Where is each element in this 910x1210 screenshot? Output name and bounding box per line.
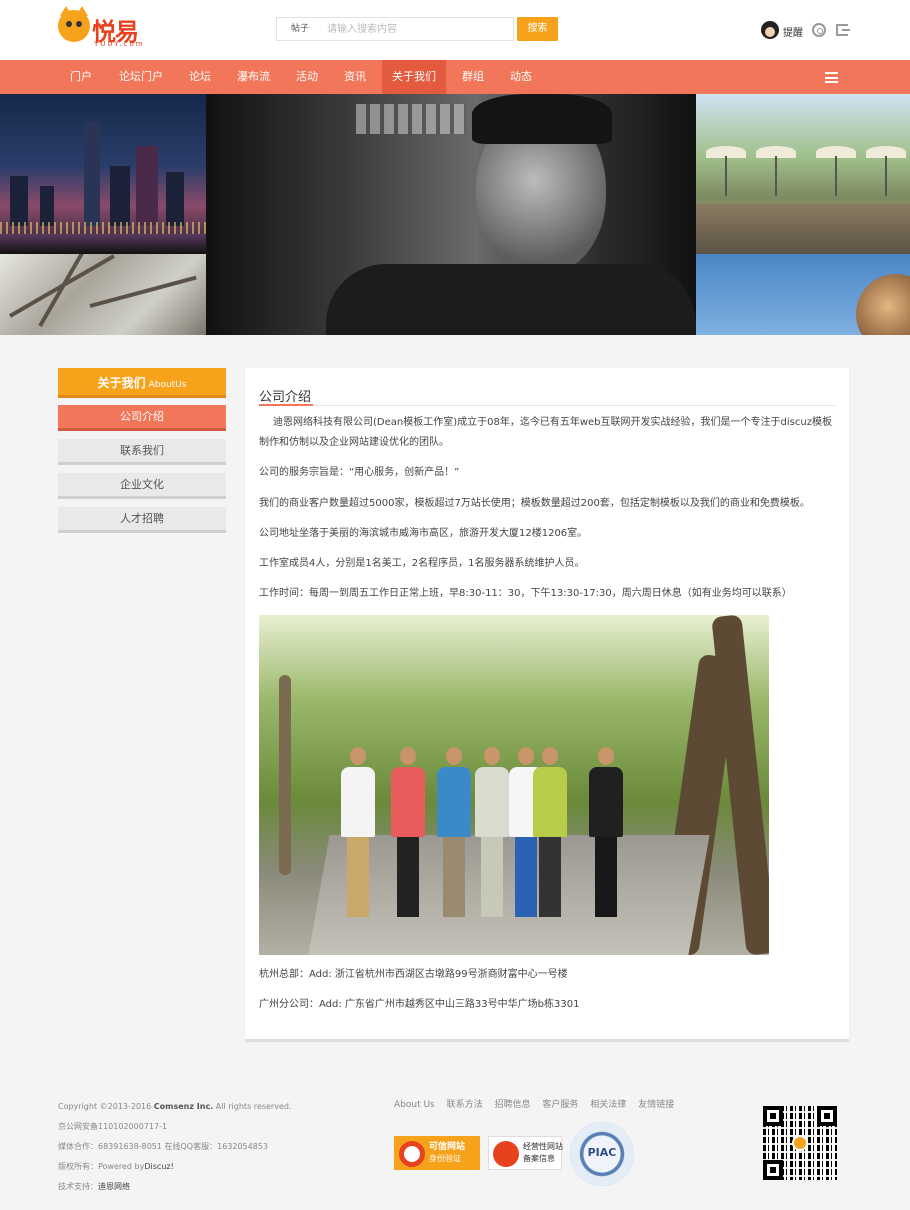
gear-icon[interactable]	[812, 23, 826, 37]
main-nav: 门户 论坛门户 论坛 瀑布流 活动 资讯 关于我们 群组 动态	[0, 60, 910, 94]
nav-item-activity[interactable]: 活动	[296, 60, 318, 94]
page-title: 公司介绍	[259, 390, 312, 405]
paragraph-hours: 工作时间：每周一到周五工作日正常上班，早8:30-11：30，下午13:30-1…	[259, 588, 792, 599]
logout-icon[interactable]	[836, 24, 850, 36]
nav-item-about-us[interactable]: 关于我们	[382, 60, 446, 94]
support-prefix: 技术支持：	[58, 1182, 98, 1191]
powered-link[interactable]: Discuz!	[144, 1162, 173, 1171]
footer-powered: 版权所有：Powered byDiscuz!	[58, 1157, 291, 1177]
title-divider	[259, 405, 835, 406]
badge1-line1: 可信网站	[429, 1142, 466, 1152]
support-link[interactable]: 迪恩网络	[98, 1182, 130, 1191]
footer-link-contact[interactable]: 联系方法	[447, 1100, 483, 1110]
business-record-badge[interactable]: 经营性网站 备案信息	[488, 1136, 563, 1170]
sidebar-item-recruitment[interactable]: 人才招聘	[58, 507, 226, 533]
piac-seal-badge[interactable]: PIAC	[570, 1122, 634, 1186]
sidebar-item-culture[interactable]: 企业文化	[58, 473, 226, 499]
avatar[interactable]	[761, 21, 779, 39]
banner-park-image	[696, 94, 910, 254]
team-photo	[259, 615, 769, 955]
banner-collage	[0, 94, 910, 335]
banner-city-image	[0, 94, 206, 254]
menu-icon[interactable]	[825, 72, 838, 83]
sidebar-title: 关于我们 AboutUs	[58, 368, 226, 398]
nav-item-portal[interactable]: 门户	[70, 60, 92, 94]
footer-support: 技术支持：迪恩网络	[58, 1177, 291, 1197]
copyright-prefix: Copyright ©2013-2016	[58, 1102, 154, 1111]
banner-portrait-image	[206, 94, 696, 335]
nav-item-news[interactable]: 资讯	[344, 60, 366, 94]
footer-link-service[interactable]: 客户服务	[542, 1100, 578, 1110]
paragraph-team: 工作室成员4人，分别是1名美工，2名程序员，1名服务器系统维护人员。	[259, 558, 585, 569]
nav-item-waterfall[interactable]: 瀑布流	[237, 60, 270, 94]
title-underline	[259, 404, 313, 406]
search-button[interactable]: 搜索	[517, 17, 558, 41]
footer-link-legal[interactable]: 相关法律	[590, 1100, 626, 1110]
cat-logo-icon	[58, 6, 90, 42]
sidebar-item-contact-us[interactable]: 联系我们	[58, 439, 226, 465]
copyright-company[interactable]: Comsenz Inc.	[154, 1102, 213, 1111]
badge2-line2: 备案信息	[523, 1154, 555, 1163]
badge2-line1: 经营性网站	[523, 1142, 563, 1151]
powered-prefix: 版权所有：Powered by	[58, 1162, 145, 1171]
site-logo[interactable]: 悦易 YUUY.com	[58, 6, 148, 48]
footer-copyright: Copyright ©2013-2016 Comsenz Inc. All ri…	[58, 1097, 291, 1117]
qr-code	[763, 1106, 837, 1180]
banner-tree-image	[0, 254, 206, 335]
paragraph-motto: 公司的服务宗旨是：“用心服务，创新产品！”	[259, 467, 460, 478]
content-panel: 公司介绍 迪恩网络科技有限公司(Dean模板工作室)成立于08年，迄今已有五年w…	[245, 368, 849, 1042]
sidebar-item-company-intro[interactable]: 公司介绍	[58, 405, 226, 431]
nav-item-forum-portal[interactable]: 论坛门户	[119, 60, 163, 94]
footer-info: Copyright ©2013-2016 Comsenz Inc. All ri…	[58, 1097, 291, 1197]
search-type-select[interactable]: 帖子	[277, 18, 323, 40]
address-hangzhou: 杭州总部：Add: 浙江省杭州市西湖区古墩路99号浙商财富中心一号楼	[259, 969, 568, 980]
nav-item-feed[interactable]: 动态	[510, 60, 532, 94]
nav-item-groups[interactable]: 群组	[462, 60, 484, 94]
trusted-site-text: 可信网站 身份验证	[429, 1141, 465, 1165]
badge1-line2: 身份验证	[429, 1154, 461, 1163]
search-input[interactable]	[327, 20, 507, 38]
sidebar-title-text: 关于我们	[97, 376, 146, 390]
footer-icp[interactable]: 京公网安备110102000717-1	[58, 1117, 291, 1137]
remind-link[interactable]: 提醒	[783, 24, 803, 39]
sidebar-title-en: AboutUs	[148, 380, 187, 390]
footer-link-friends[interactable]: 友情链接	[638, 1100, 674, 1110]
footer-links: About Us 联系方法 招聘信息 客户服务 相关法律 友情链接	[394, 1097, 683, 1110]
trusted-site-badge[interactable]: 可信网站 身份验证	[394, 1136, 480, 1170]
paragraph-intro: 迪恩网络科技有限公司(Dean模板工作室)成立于08年，迄今已有五年web互联网…	[259, 417, 832, 448]
address-guangzhou: 广州分公司：Add: 广东省广州市越秀区中山三路33号中华广场b栋3301	[259, 999, 580, 1010]
qr-logo-icon	[792, 1135, 808, 1151]
business-record-icon	[493, 1141, 519, 1167]
banner-owl-image	[696, 254, 910, 335]
paragraph-clients: 我们的商业客户数量超过5000家，模板超过7万站长使用；模板数量超过200套，包…	[259, 498, 810, 509]
footer-contact: 媒体合作：68391638-8051 在线QQ客服：1632054853	[58, 1142, 268, 1151]
search-box: 帖子	[276, 17, 514, 41]
logo-subtext: YUUY.com	[94, 40, 145, 48]
nav-item-forum[interactable]: 论坛	[189, 60, 211, 94]
business-record-text: 经营性网站 备案信息	[523, 1141, 563, 1165]
copyright-suffix: All rights reserved.	[213, 1102, 292, 1111]
top-header: 悦易 YUUY.com 帖子 搜索 提醒	[0, 0, 910, 60]
footer-link-about[interactable]: About Us	[394, 1100, 435, 1110]
trusted-site-icon	[399, 1141, 425, 1167]
piac-text: PIAC	[587, 1146, 617, 1159]
paragraph-address: 公司地址坐落于美丽的海滨城市威海市高区，旅游开发大厦12楼1206室。	[259, 528, 588, 539]
footer-link-jobs[interactable]: 招聘信息	[495, 1100, 531, 1110]
